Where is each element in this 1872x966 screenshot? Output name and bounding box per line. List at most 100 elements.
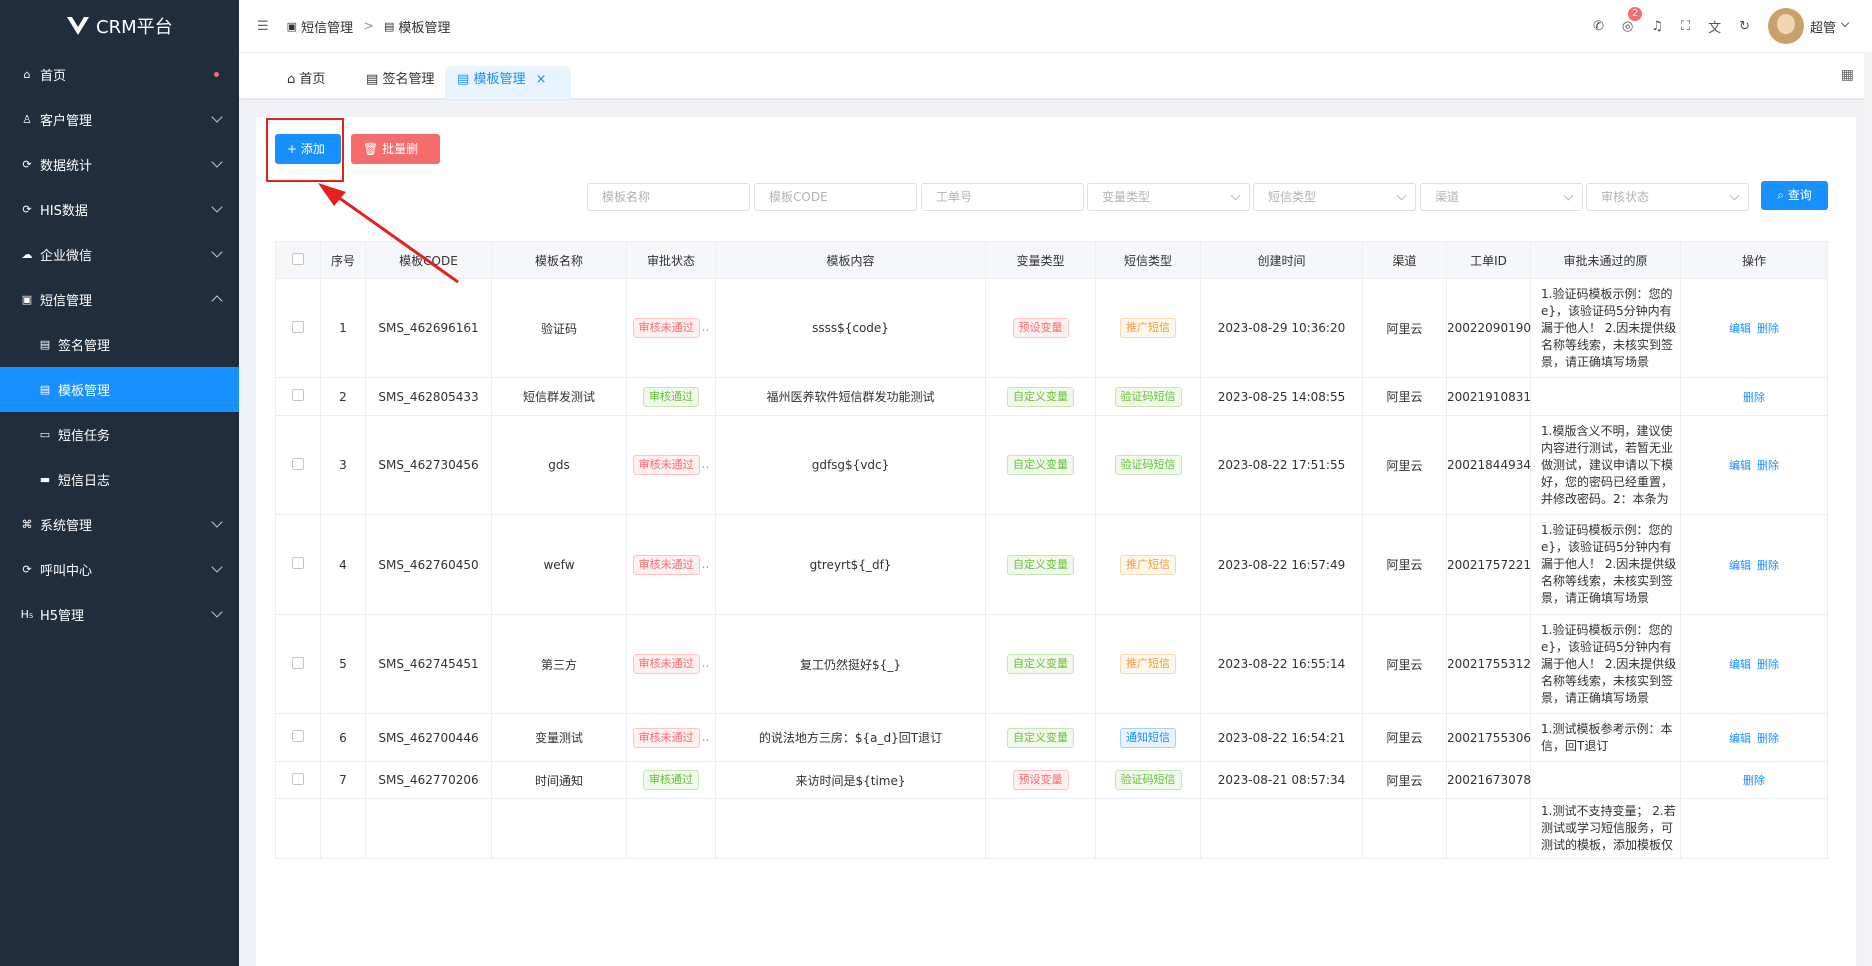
table-cell: 审核通过 (626, 377, 716, 416)
table-cell (626, 798, 716, 859)
edit-link[interactable]: 编辑 (1729, 559, 1751, 572)
delete-link[interactable]: 删除 (1757, 732, 1779, 745)
phone-icon[interactable]: ✆ (1593, 19, 1604, 34)
template-name: wefw (543, 557, 575, 572)
batch-delete-button[interactable]: 🗑 批量删除 (351, 134, 440, 186)
refresh-icon[interactable]: ↻ (1739, 19, 1750, 34)
channel-select[interactable]: 渠道 (1420, 183, 1583, 211)
row-checkbox[interactable] (292, 389, 304, 401)
sidebar-item-label: HIS数据 (40, 204, 88, 219)
column-header: 模板内容 (715, 241, 986, 279)
table-cell: 1.验证码模板示例：您的 e}，该验证码5分钟内有 漏于他人！ 2.因未提供级 名称等… (1530, 514, 1681, 615)
row-checkbox[interactable] (292, 457, 304, 470)
avatar[interactable] (1767, 8, 1804, 44)
template-name-input[interactable]: 模板名称 (587, 183, 750, 211)
reject-reason-line: 信，回T退订 (1541, 738, 1609, 753)
edit-link[interactable]: 编辑 (1729, 732, 1751, 745)
table-cell: 删除 (1680, 377, 1828, 416)
edit-link[interactable]: 编辑 (1729, 322, 1751, 335)
bell-icon[interactable]: ♫ (1651, 19, 1663, 34)
template-code: SMS_462770206 (378, 773, 479, 787)
add-button[interactable]: + 添加 (275, 134, 341, 164)
table-cell: 自定义变量 (985, 415, 1096, 515)
edit-link[interactable]: 编辑 (1729, 658, 1751, 671)
scrollbar[interactable] (1864, 52, 1872, 966)
sidebar-item[interactable]: ♙ 客户管理 (0, 97, 239, 142)
ticket-id: 20021755312 (1447, 657, 1531, 671)
status-badge: 审核通过 (643, 386, 699, 407)
message-icon: ▣ (286, 19, 298, 33)
select-all-checkbox[interactable] (292, 252, 304, 265)
row-checkbox[interactable] (292, 320, 304, 333)
sidebar-item[interactable]: ▤ 签名管理 (0, 322, 239, 367)
ticket-id: 20021673078 (1447, 773, 1531, 787)
table-cell: 2023-08-22 16:55:14 (1200, 614, 1363, 714)
close-icon[interactable]: × (536, 72, 547, 87)
table-cell: 阿里云 (1362, 415, 1447, 515)
table-cell (275, 514, 321, 615)
app-logo[interactable]: CRM平台 (0, 0, 239, 52)
row-checkbox[interactable] (292, 772, 304, 785)
sidebar-item[interactable]: ⌂ 首页 (0, 52, 239, 97)
ticket-no-input[interactable]: 工单号 (921, 183, 1084, 211)
table-cell: 来访时间是${time} (715, 761, 986, 799)
delete-link[interactable]: 删除 (1743, 391, 1765, 404)
user-name[interactable]: 超管 (1810, 17, 1836, 36)
delete-link[interactable]: 删除 (1757, 459, 1779, 472)
tab-sign[interactable]: ▤ 签名管理 (354, 66, 446, 99)
variable-type-select[interactable]: 变量类型 (1087, 183, 1250, 211)
status-badge: 审核通过 (643, 770, 699, 790)
sidebar-item[interactable]: ⟳ 呼叫中心 (0, 547, 239, 592)
variable-type-badge: 自定义变量 (1007, 554, 1074, 575)
delete-link[interactable]: 删除 (1757, 559, 1779, 572)
chevron-down-icon (211, 111, 223, 123)
tab-home[interactable]: ⌂ 首页 (275, 66, 337, 99)
table-cell: SMS_462805433 (365, 377, 492, 416)
sidebar-item-label: 签名管理 (58, 339, 111, 354)
chevron-down-icon (211, 606, 223, 618)
edit-link[interactable]: 编辑 (1729, 459, 1751, 472)
tab-template[interactable]: ▤ 模板管理 × (445, 66, 571, 99)
row-checkbox[interactable] (292, 656, 304, 669)
template-content: 来访时间是${time} (795, 773, 906, 788)
row-checkbox[interactable] (292, 557, 304, 569)
row-checkbox[interactable] (292, 730, 304, 742)
sidebar-item[interactable]: H₅ H5管理 (0, 592, 239, 637)
sidebar-item[interactable]: ⌘ 系统管理 (0, 502, 239, 547)
chevron-down-icon[interactable] (1840, 18, 1850, 28)
select-all-cell (275, 241, 321, 279)
reject-reason-line: e}，该验证码5分钟内有 (1541, 639, 1672, 654)
reject-reason-line: 漏于他人！ 2.因未提供级 (1541, 320, 1677, 335)
delete-link[interactable]: 删除 (1743, 774, 1765, 787)
grid-icon[interactable]: ▦ (1841, 67, 1854, 83)
template-code: SMS_462760450 (378, 557, 479, 572)
breadcrumb-item[interactable]: 短信管理 (301, 17, 353, 36)
fullscreen-icon[interactable]: ⛶ (1681, 19, 1690, 34)
header-actions: ✆ ◎ 2 ♫ ⛶ 文 ↻ 超管 (1575, 0, 1850, 52)
sidebar-item[interactable]: ▬ 短信日志 (0, 457, 239, 502)
notification-center-icon[interactable]: ◎ 2 (1622, 6, 1643, 34)
channel: 阿里云 (1386, 458, 1423, 473)
sidebar-item[interactable]: ▣ 短信管理 (0, 277, 239, 322)
reject-reason-line: 并修改密码。2：本条为 (1541, 491, 1669, 506)
ellipsis: .. (701, 729, 710, 744)
reject-reason-line: 名称等线索，未核实到签 (1541, 673, 1674, 688)
sms-type-select[interactable]: 短信类型 (1253, 183, 1416, 211)
audit-status-select[interactable]: 审核状态 (1586, 183, 1749, 211)
row-index: 1 (339, 321, 347, 335)
language-icon[interactable]: 文 (1708, 17, 1721, 36)
sms-type-badge: 验证码短信 (1114, 455, 1182, 475)
sidebar-item[interactable]: ▤ 模板管理 (0, 367, 239, 412)
query-button[interactable]: ⌕ 查询 (1761, 181, 1828, 210)
sidebar-item[interactable]: ☁ 企业微信 (0, 232, 239, 277)
sidebar-item[interactable]: ▭ 短信任务 (0, 412, 239, 457)
table-cell: 编辑 删除 (1680, 278, 1828, 378)
delete-link[interactable]: 删除 (1757, 322, 1779, 335)
collapse-menu-icon[interactable]: ☰ (257, 19, 269, 34)
table-cell: 2023-08-22 16:57:49 (1200, 514, 1363, 615)
delete-link[interactable]: 删除 (1757, 658, 1779, 671)
sidebar-item[interactable]: ⟳ 数据统计 (0, 142, 239, 187)
template-code-input[interactable]: 模板CODE (754, 183, 917, 211)
table-cell: 20021910831 (1446, 377, 1531, 416)
sidebar-item[interactable]: ⟳ HIS数据 (0, 187, 239, 232)
